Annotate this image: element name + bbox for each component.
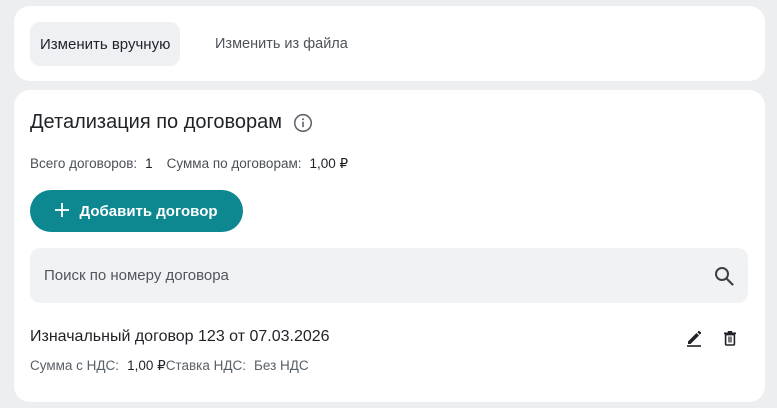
trash-icon[interactable] [720,328,740,348]
contract-sum-label: Сумма с НДС: [30,358,120,373]
plus-icon [55,199,70,221]
edit-mode-card: Изменить вручную Изменить из файла [14,6,765,81]
contract-search [30,248,748,303]
contracts-summary: Всего договоров: 1 Сумма по договорам: 1… [30,156,348,172]
contract-vat-value: Без НДС [254,358,309,373]
info-icon[interactable] [293,113,313,133]
contracts-sum-value: 1,00 ₽ [309,156,349,171]
contract-list-item: Изначальный договор 123 от 07.03.2026 Су… [30,328,748,378]
pencil-icon[interactable] [684,328,704,348]
section-header: Детализация по договорам [30,111,313,134]
add-contract-button[interactable]: Добавить договор [30,190,243,232]
add-contract-label: Добавить договор [79,202,218,220]
contracts-sum-label: Сумма по договорам: [166,156,302,171]
tab-edit-manually[interactable]: Изменить вручную [30,22,181,66]
total-contracts-value: 1 [145,156,153,171]
contract-meta: Сумма с НДС: 1,00 ₽ Ставка НДС: Без НДС [30,358,309,374]
contract-vat-label: Ставка НДС: [165,358,247,373]
tab-edit-from-file[interactable]: Изменить из файла [205,22,358,66]
contracts-detail-card: Детализация по договорам Всего договоров… [14,90,765,402]
contract-sum-value: 1,00 ₽ [127,358,166,373]
total-contracts-label: Всего договоров: [30,156,138,171]
section-title: Детализация по договорам [30,111,283,133]
contract-search-input[interactable] [30,248,713,303]
search-icon[interactable] [713,265,735,287]
contract-title: Изначальный договор 123 от 07.03.2026 [30,328,330,345]
